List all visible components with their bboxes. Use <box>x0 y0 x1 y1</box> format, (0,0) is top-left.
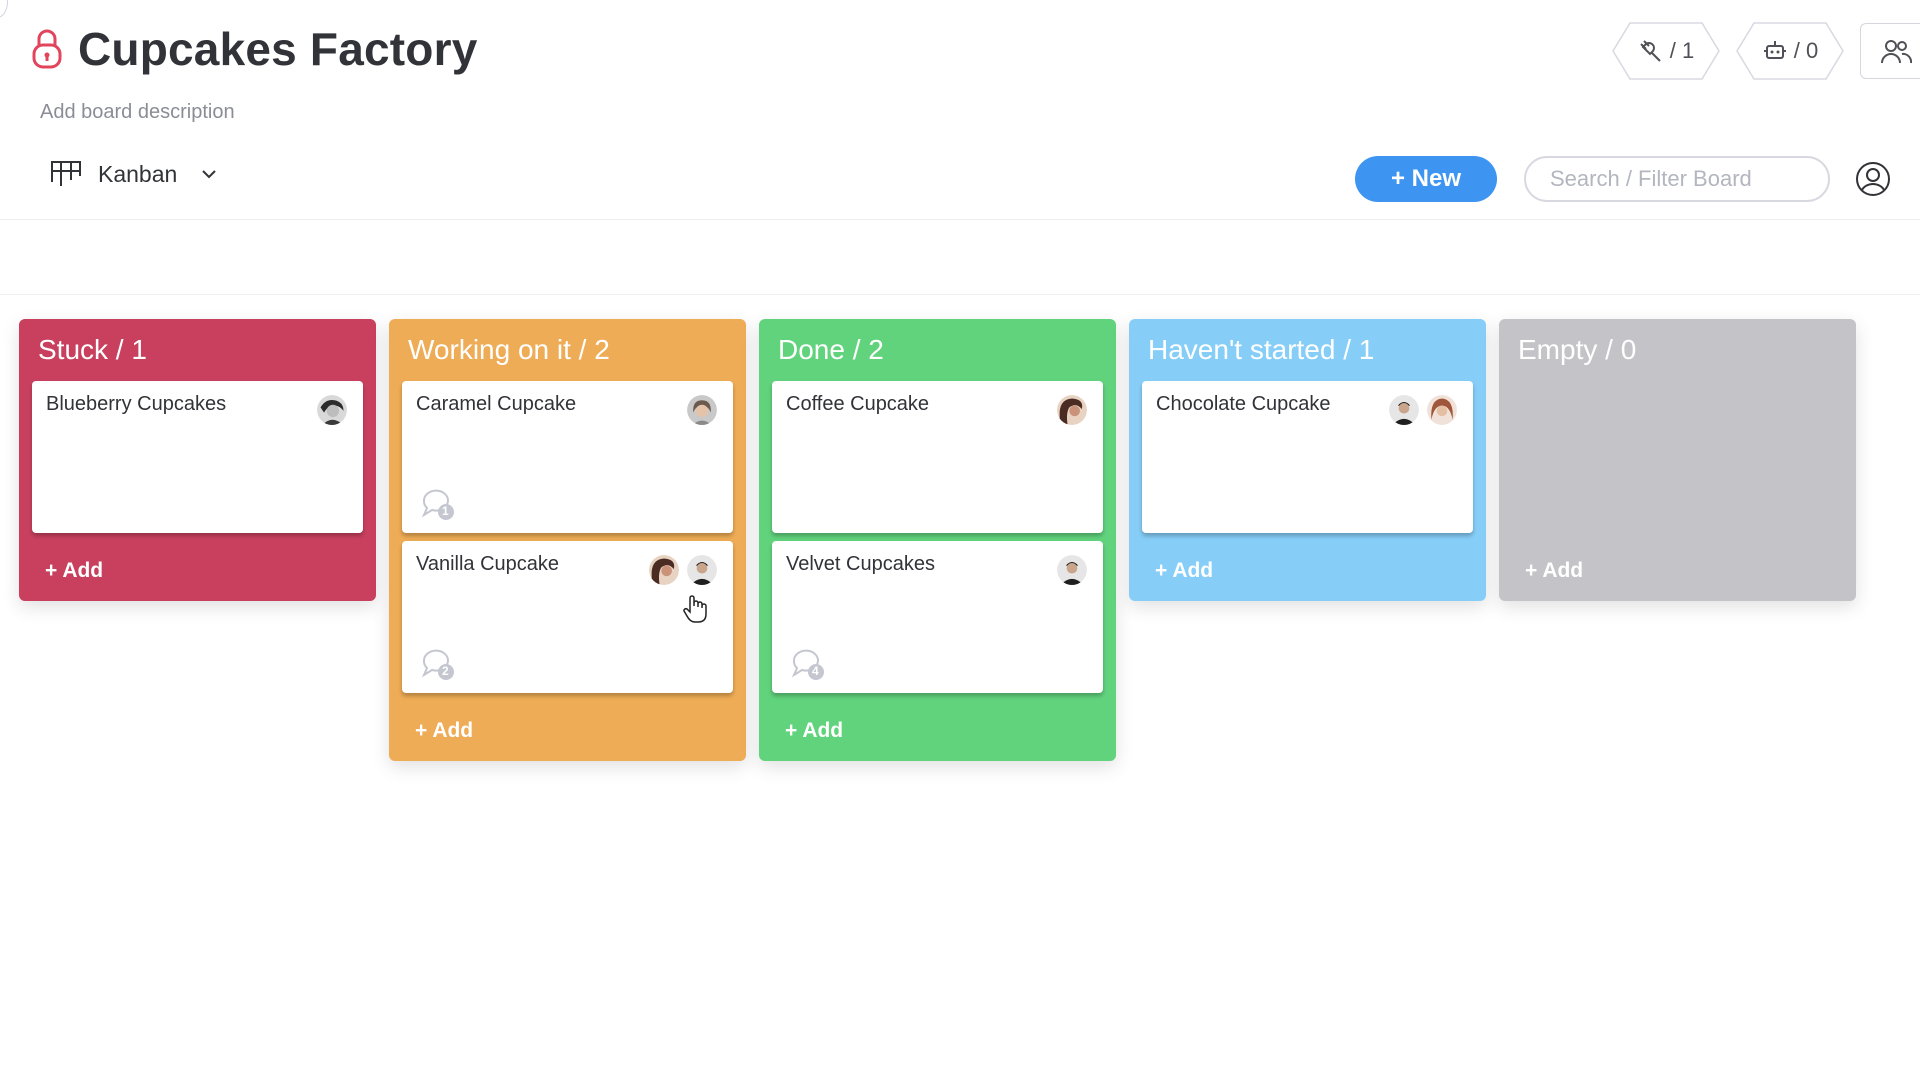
avatar[interactable] <box>1055 393 1089 427</box>
comment-icon <box>421 489 454 520</box>
comment-count: 1 <box>442 504 449 518</box>
avatar[interactable] <box>1387 393 1421 427</box>
card-name[interactable]: Coffee Cupcake <box>786 393 929 416</box>
board-title[interactable]: Cupcakes Factory <box>78 22 477 76</box>
kanban-column-working: Working on it / 2 Caramel Cupcake 1 Vani… <box>389 319 746 761</box>
header-actions: / 1 / 0 <box>1612 22 1920 80</box>
board-description[interactable]: Add board description <box>40 101 235 124</box>
card-name[interactable]: Blueberry Cupcakes <box>46 393 226 416</box>
avatar[interactable] <box>685 553 719 587</box>
avatar[interactable] <box>1425 393 1459 427</box>
add-item-button[interactable]: + Add <box>759 701 1116 761</box>
avatar[interactable] <box>685 393 719 427</box>
hand-cursor-icon <box>683 595 707 623</box>
card-name[interactable]: Vanilla Cupcake <box>416 553 559 576</box>
kanban-card[interactable]: Caramel Cupcake 1 <box>402 381 733 533</box>
board-divider <box>0 294 1920 295</box>
kanban-column-empty: Empty / 0 + Add <box>1499 319 1856 601</box>
kanban-icon <box>51 161 81 186</box>
plug-icon <box>1640 40 1661 62</box>
integrations-button[interactable]: / 1 <box>1612 22 1720 80</box>
kanban-card[interactable]: Chocolate Cupcake <box>1142 381 1473 533</box>
comment-icon <box>421 649 454 680</box>
kanban-column-stuck: Stuck / 1 Blueberry Cupcakes + Add <box>19 319 376 601</box>
add-item-button[interactable]: + Add <box>19 541 376 601</box>
comment-badge[interactable]: 4 <box>790 647 830 681</box>
add-item-button[interactable]: + Add <box>1129 541 1486 601</box>
people-icon <box>1881 40 1912 64</box>
avatar[interactable] <box>1055 553 1089 587</box>
edge-handle[interactable] <box>0 0 8 18</box>
members-button[interactable] <box>1860 23 1920 79</box>
kanban-card[interactable]: Blueberry Cupcakes <box>32 381 363 533</box>
column-title[interactable]: Stuck / 1 <box>19 319 376 381</box>
board-header: Cupcakes Factory <box>30 22 477 76</box>
view-switcher[interactable]: Kanban <box>50 160 217 188</box>
kanban-card[interactable]: Velvet Cupcakes 4 <box>772 541 1103 693</box>
chevron-down-icon <box>202 170 217 179</box>
comment-icon <box>791 649 824 680</box>
column-title[interactable]: Haven't started / 1 <box>1129 319 1486 381</box>
automations-count: / 0 <box>1793 38 1819 63</box>
robot-icon <box>1763 41 1786 59</box>
new-item-button[interactable]: + New <box>1355 156 1497 202</box>
card-name[interactable]: Caramel Cupcake <box>416 393 576 416</box>
integrations-count: / 1 <box>1669 38 1695 63</box>
automations-button[interactable]: / 0 <box>1736 22 1844 80</box>
comment-badge[interactable]: 2 <box>420 647 460 681</box>
card-name[interactable]: Chocolate Cupcake <box>1156 393 1331 416</box>
column-title[interactable]: Done / 2 <box>759 319 1116 381</box>
toolbar-divider <box>0 219 1920 220</box>
avatar[interactable] <box>647 553 681 587</box>
avatar[interactable] <box>315 393 349 427</box>
comment-badge[interactable]: 1 <box>420 487 460 521</box>
kanban-card[interactable]: Coffee Cupcake <box>772 381 1103 533</box>
kanban-column-not-started: Haven't started / 1 Chocolate Cupcake + … <box>1129 319 1486 601</box>
lock-icon <box>32 29 62 69</box>
add-item-button[interactable]: + Add <box>389 701 746 761</box>
person-filter-icon[interactable] <box>1855 161 1891 197</box>
comment-count: 4 <box>812 664 819 678</box>
column-title[interactable]: Working on it / 2 <box>389 319 746 381</box>
add-item-button[interactable]: + Add <box>1499 541 1856 601</box>
column-title[interactable]: Empty / 0 <box>1499 319 1856 381</box>
comment-count: 2 <box>442 664 449 678</box>
card-name[interactable]: Velvet Cupcakes <box>786 553 935 576</box>
search-input[interactable] <box>1524 156 1830 202</box>
kanban-column-done: Done / 2 Coffee Cupcake Velvet Cupcakes <box>759 319 1116 761</box>
view-label: Kanban <box>98 160 178 187</box>
